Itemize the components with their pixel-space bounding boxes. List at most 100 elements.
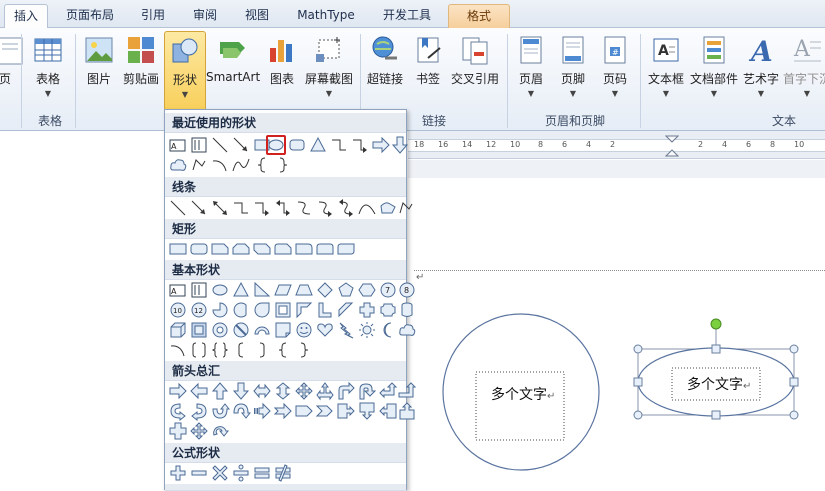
curved-left-arrow-shape-icon[interactable] [189, 401, 209, 421]
round-same-side-rectangle-icon[interactable] [315, 239, 335, 259]
resize-handle[interactable] [711, 410, 721, 420]
right-arrow-shape-icon[interactable] [371, 135, 391, 155]
tab-format[interactable]: 格式 [448, 4, 510, 28]
chord-shape-icon[interactable] [231, 300, 251, 320]
page-button-partial[interactable]: 页 [0, 31, 23, 111]
plus-shape-icon[interactable] [168, 463, 188, 483]
curve-shape-icon[interactable] [231, 155, 251, 175]
circular-arrow-shape-icon[interactable] [189, 421, 209, 441]
resize-handle[interactable] [633, 410, 643, 420]
textbox-shape-icon[interactable]: A [168, 135, 188, 155]
curved-connector-icon[interactable] [294, 198, 314, 218]
heart-shape-icon[interactable] [315, 320, 335, 340]
quad-arrow-shape-icon[interactable] [294, 381, 314, 401]
oval-shape-icon[interactable] [266, 135, 286, 155]
elbow-double-arrow-icon[interactable] [273, 198, 293, 218]
rectangle-shape-icon[interactable] [168, 239, 188, 259]
decagon-shape-icon[interactable]: 10 [168, 300, 188, 320]
resize-handle[interactable] [633, 344, 643, 354]
curved-down-arrow-shape-icon[interactable] [231, 401, 251, 421]
double-brace-shape-icon[interactable] [210, 340, 230, 360]
indent-marker-icon[interactable] [665, 135, 679, 159]
double-bracket-shape-icon[interactable] [189, 340, 209, 360]
arrow-line-shape-icon[interactable] [231, 135, 251, 155]
picture-button[interactable]: 图片 [80, 31, 118, 111]
shapes-button[interactable]: 形状 ▼ [164, 31, 206, 111]
tab-view[interactable]: 视图 [234, 4, 280, 28]
resize-handle[interactable] [789, 377, 799, 387]
line-shape-icon[interactable] [168, 198, 188, 218]
multiply-shape-icon[interactable] [210, 463, 230, 483]
not-equal-shape-icon[interactable] [273, 463, 293, 483]
freeform-shape-icon[interactable] [189, 155, 209, 175]
tab-review[interactable]: 审阅 [182, 4, 228, 28]
folded-corner-shape-icon[interactable] [273, 320, 293, 340]
textbox-shape-icon[interactable]: A [168, 280, 188, 300]
smartart-button[interactable]: SmartArt [206, 31, 260, 111]
elbow-connector-icon[interactable] [329, 135, 349, 155]
diagonal-stripe-shape-icon[interactable] [336, 300, 356, 320]
cross-reference-button[interactable]: 交叉引用 [448, 31, 502, 111]
quick-parts-button[interactable]: 文档部件 ▼ [688, 31, 740, 111]
teardrop-shape-icon[interactable] [252, 300, 272, 320]
right-brace-shape-icon[interactable] [273, 155, 293, 175]
tab-page-layout[interactable]: 页面布局 [56, 4, 124, 28]
tab-developer[interactable]: 开发工具 [372, 4, 442, 28]
moon-shape-icon[interactable] [378, 320, 398, 340]
cross-shape-icon[interactable] [357, 300, 377, 320]
left-bracket-shape-icon[interactable] [231, 340, 251, 360]
right-arrow-callout-shape-icon[interactable] [336, 401, 356, 421]
line-shape-icon[interactable] [210, 135, 230, 155]
right-brace-shape-icon[interactable] [294, 340, 314, 360]
plaque-shape-icon[interactable] [378, 300, 398, 320]
bevel-shape-icon[interactable] [189, 320, 209, 340]
header-button[interactable]: 页眉 ▼ [512, 31, 550, 111]
arrow-line-shape-icon[interactable] [189, 198, 209, 218]
left-arrow-shape-icon[interactable] [189, 381, 209, 401]
pentagon-arrow-shape-icon[interactable] [294, 401, 314, 421]
snip-diagonal-rectangle-icon[interactable] [252, 239, 272, 259]
cloud-shape-icon[interactable] [397, 320, 417, 340]
diamond-shape-icon[interactable] [315, 280, 335, 300]
table-button[interactable]: 表格 ▼ [28, 31, 68, 111]
minus-shape-icon[interactable] [189, 463, 209, 483]
circle-text[interactable]: 多个文字↵ [491, 384, 555, 404]
up-down-arrow-shape-icon[interactable] [273, 381, 293, 401]
rotate-handle[interactable] [710, 318, 722, 330]
rounded-rectangle-shape-icon[interactable] [287, 135, 307, 155]
right-bracket-shape-icon[interactable] [252, 340, 272, 360]
circular-arrow-shape-icon[interactable] [210, 421, 230, 441]
down-arrow-shape-icon[interactable] [390, 135, 410, 155]
divide-shape-icon[interactable] [231, 463, 251, 483]
horizontal-ruler[interactable]: 18 16 14 12 10 8 6 4 2 2 4 6 8 10 [408, 131, 825, 159]
donut-shape-icon[interactable] [210, 320, 230, 340]
arc-shape-icon[interactable] [168, 340, 188, 360]
octagon-shape-icon[interactable]: 8 [397, 280, 417, 300]
elbow-arrow-connector-icon[interactable] [350, 135, 370, 155]
bent-arrow-shape-icon[interactable] [336, 381, 356, 401]
snip-round-rectangle-icon[interactable] [273, 239, 293, 259]
parallelogram-shape-icon[interactable] [273, 280, 293, 300]
left-arrow-callout-shape-icon[interactable] [378, 401, 398, 421]
resize-handle[interactable] [789, 410, 799, 420]
sun-shape-icon[interactable] [357, 320, 377, 340]
drop-cap-button[interactable]: A 首字下沉 ▼ [782, 31, 825, 111]
screenshot-button[interactable]: 屏幕截图 ▼ [302, 31, 356, 111]
up-arrow-callout-shape-icon[interactable] [397, 401, 417, 421]
up-arrow-shape-icon[interactable] [210, 381, 230, 401]
round-single-corner-rectangle-icon[interactable] [294, 239, 314, 259]
triangle-shape-icon[interactable] [231, 280, 251, 300]
smiley-face-shape-icon[interactable] [294, 320, 314, 340]
ellipse-text[interactable]: 多个文字↵ [687, 374, 751, 394]
cube-shape-icon[interactable] [168, 320, 188, 340]
dodecagon-shape-icon[interactable]: 12 [189, 300, 209, 320]
elbow-arrow-connector-icon[interactable] [252, 198, 272, 218]
curved-double-arrow-icon[interactable] [336, 198, 356, 218]
l-shape-icon[interactable] [315, 300, 335, 320]
tab-references[interactable]: 引用 [130, 4, 176, 28]
triangle-shape-icon[interactable] [308, 135, 328, 155]
vertical-textbox-shape-icon[interactable] [189, 135, 209, 155]
pentagon-shape-icon[interactable] [336, 280, 356, 300]
scribble-shape-icon[interactable] [396, 198, 416, 218]
resize-handle[interactable] [633, 377, 643, 387]
